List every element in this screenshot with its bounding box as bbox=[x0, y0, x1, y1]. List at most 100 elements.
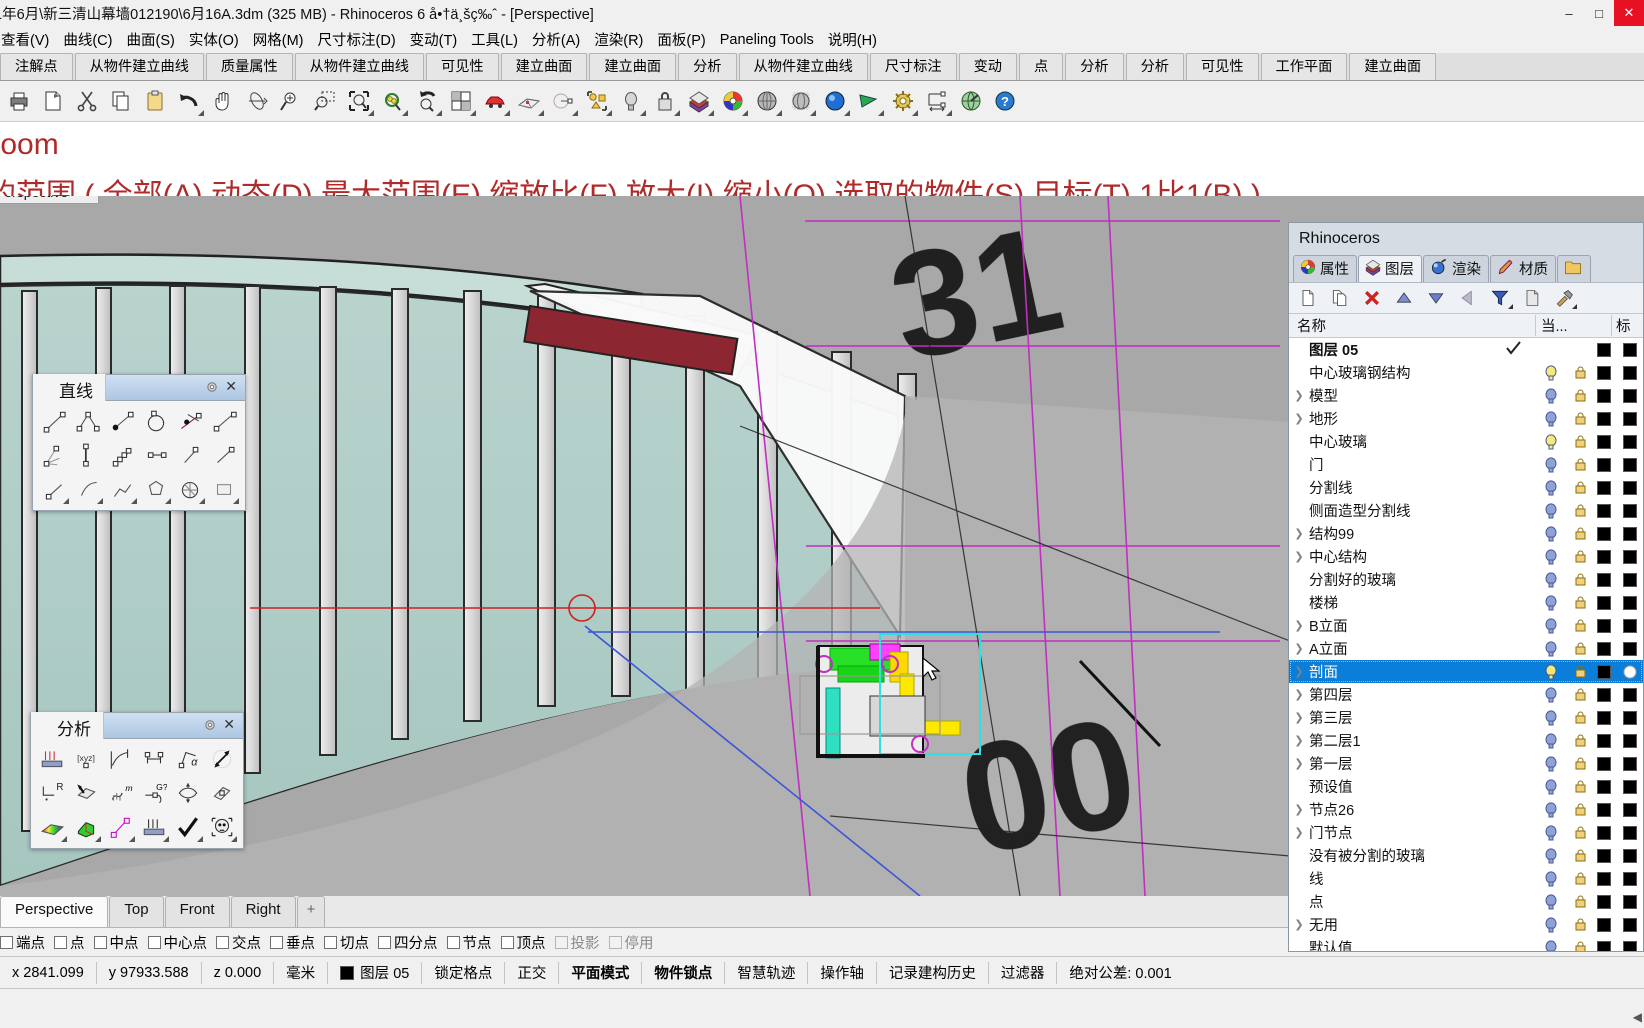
coordinate-x[interactable]: x 2841.099 bbox=[0, 960, 96, 986]
paste-clipboard-icon[interactable] bbox=[138, 84, 172, 118]
osnap-8[interactable]: 节点 bbox=[446, 932, 492, 953]
layer-material-cell[interactable] bbox=[1617, 917, 1643, 932]
toolbar-tab-6[interactable]: 建立曲面 bbox=[589, 53, 677, 80]
menu-item-9[interactable]: 渲染(R) bbox=[585, 26, 652, 53]
layer-visibility-bulb-icon[interactable] bbox=[1533, 502, 1569, 519]
layer-lock-icon[interactable] bbox=[1569, 481, 1591, 494]
distance-two-points-icon[interactable] bbox=[103, 810, 137, 844]
layer-lock-icon[interactable] bbox=[1569, 757, 1591, 770]
current-layer-check-icon[interactable] bbox=[1493, 340, 1533, 359]
layer-material-cell[interactable] bbox=[1617, 457, 1643, 472]
layer-row[interactable]: 点 bbox=[1289, 890, 1643, 913]
layer-lock-icon[interactable] bbox=[1569, 826, 1591, 839]
layer-lock-icon[interactable] bbox=[1569, 711, 1591, 724]
continuity-g-icon[interactable]: G? bbox=[137, 776, 171, 810]
layer-visibility-bulb-icon[interactable] bbox=[1533, 778, 1569, 795]
layer-row[interactable]: ❯ 第四层 bbox=[1289, 683, 1643, 706]
layer-row[interactable]: ❯ 第二层1 bbox=[1289, 729, 1643, 752]
analysis-tools-palette[interactable]: 分析 ✕ [xyz] α Rm G? bbox=[30, 712, 244, 849]
menu-item-2[interactable]: 曲面(S) bbox=[117, 26, 183, 53]
toolbar-tab-14[interactable]: 可见性 bbox=[1185, 53, 1259, 80]
properties-page-icon[interactable] bbox=[1517, 284, 1547, 312]
toolbar-tab-11[interactable]: 点 bbox=[1018, 53, 1064, 80]
toolbar-tab-4[interactable]: 可见性 bbox=[426, 53, 499, 80]
osnap-3[interactable]: 中心点 bbox=[147, 932, 207, 953]
layer-row[interactable]: 预设值 bbox=[1289, 775, 1643, 798]
checkbox-icon[interactable] bbox=[93, 935, 107, 949]
line-point-icon[interactable] bbox=[37, 472, 71, 506]
layer-row[interactable]: 线 bbox=[1289, 867, 1643, 890]
layer-color-swatch[interactable] bbox=[1591, 457, 1617, 472]
layer-visibility-bulb-icon[interactable] bbox=[1533, 548, 1569, 565]
layer-visibility-bulb-icon[interactable] bbox=[1533, 686, 1569, 703]
checkbox-icon[interactable] bbox=[446, 935, 460, 949]
osnap-0[interactable]: 端点 bbox=[0, 932, 45, 953]
status-toggle-1[interactable]: 正交 bbox=[505, 960, 558, 986]
check-objects-icon[interactable] bbox=[171, 810, 205, 844]
layer-visibility-bulb-icon[interactable] bbox=[1533, 456, 1569, 473]
expand-chevron-icon[interactable]: ❯ bbox=[1289, 527, 1309, 540]
analyze-direction-icon[interactable] bbox=[35, 742, 69, 776]
undo-icon[interactable] bbox=[172, 84, 206, 118]
layer-material-cell[interactable] bbox=[1617, 618, 1643, 633]
layer-visibility-bulb-icon[interactable] bbox=[1533, 640, 1569, 657]
layer-color-swatch[interactable] bbox=[1591, 802, 1617, 817]
toolbar-tab-7[interactable]: 分析 bbox=[678, 53, 737, 80]
menu-item-3[interactable]: 实体(O) bbox=[180, 26, 248, 53]
layer-color-swatch[interactable] bbox=[1591, 848, 1617, 863]
camera-cone-icon[interactable] bbox=[852, 84, 886, 118]
move-down-icon[interactable] bbox=[1421, 284, 1451, 312]
layer-material-cell[interactable] bbox=[1617, 549, 1643, 564]
expand-chevron-icon[interactable]: ❯ bbox=[1289, 665, 1309, 678]
status-toggle-2[interactable]: 平面模式 bbox=[559, 960, 641, 986]
layer-row[interactable]: ❯ 第三层 bbox=[1289, 706, 1643, 729]
layer-row[interactable]: ❯ 中心结构 bbox=[1289, 545, 1643, 568]
duplicate-layer-icon[interactable] bbox=[1325, 284, 1355, 312]
layer-row[interactable]: ❯ 地形 bbox=[1289, 407, 1643, 430]
ghosted-sphere-icon[interactable] bbox=[784, 84, 818, 118]
column-header-current[interactable]: 当... bbox=[1535, 315, 1575, 336]
print-icon[interactable] bbox=[2, 84, 36, 118]
layer-color-swatch[interactable] bbox=[1591, 779, 1617, 794]
layer-row[interactable]: ❯ 无用 bbox=[1289, 913, 1643, 936]
expand-chevron-icon[interactable]: ❯ bbox=[1289, 688, 1309, 701]
filter-icon[interactable] bbox=[1485, 284, 1515, 312]
layer-visibility-bulb-icon[interactable] bbox=[1533, 410, 1569, 427]
toolbar-tab-13[interactable]: 分析 bbox=[1125, 53, 1184, 80]
layer-lock-icon[interactable] bbox=[1569, 803, 1591, 816]
layer-color-swatch[interactable] bbox=[1591, 687, 1617, 702]
checkbox-icon[interactable] bbox=[216, 935, 229, 949]
zoom-selected-icon[interactable] bbox=[376, 84, 410, 118]
layer-color-swatch[interactable] bbox=[1591, 641, 1617, 656]
current-layer-color-swatch[interactable] bbox=[340, 965, 355, 980]
column-header-material[interactable]: 标 bbox=[1611, 315, 1643, 336]
layer-material-cell[interactable] bbox=[1617, 526, 1643, 541]
layer-material-cell[interactable] bbox=[1617, 687, 1643, 702]
menu-item-8[interactable]: 分析(A) bbox=[523, 26, 589, 53]
units-indicator[interactable]: 毫米 bbox=[274, 960, 327, 986]
layer-row[interactable]: 中心玻璃 bbox=[1289, 430, 1643, 453]
layer-visibility-bulb-icon[interactable] bbox=[1533, 617, 1569, 634]
toolbar-tab-8[interactable]: 从物件建立曲线 bbox=[738, 53, 868, 80]
osnap-7[interactable]: 四分点 bbox=[378, 932, 438, 953]
panel-tab-属性[interactable]: 属性 bbox=[1293, 255, 1357, 282]
help-question-icon[interactable]: ? bbox=[988, 84, 1022, 118]
layer-visibility-bulb-icon[interactable] bbox=[1533, 732, 1569, 749]
status-toggle-3[interactable]: 物件锁点 bbox=[642, 960, 724, 986]
palette-title-bar[interactable]: 分析 ✕ bbox=[31, 712, 243, 739]
layer-row[interactable]: ❯ 门节点 bbox=[1289, 821, 1643, 844]
layer-color-swatch[interactable] bbox=[1591, 618, 1617, 633]
layer-material-cell[interactable] bbox=[1617, 848, 1643, 863]
viewport-name-dropdown[interactable]: Perspective bbox=[0, 196, 100, 204]
cut-scissors-icon[interactable] bbox=[70, 84, 104, 118]
gear-options-icon[interactable] bbox=[886, 84, 920, 118]
layer-lock-icon[interactable] bbox=[1569, 366, 1591, 379]
absolute-tolerance[interactable]: 绝对公差: 0.001 bbox=[1057, 960, 1183, 986]
area-icon[interactable] bbox=[171, 776, 205, 810]
shaded-sphere-icon[interactable] bbox=[750, 84, 784, 118]
layer-row[interactable]: ❯ 剖面 bbox=[1289, 660, 1643, 683]
layer-row[interactable]: ❯ 节点26 bbox=[1289, 798, 1643, 821]
globe-earth-icon[interactable] bbox=[954, 84, 988, 118]
curvature-graph-icon[interactable]: m bbox=[103, 776, 137, 810]
layer-row[interactable]: 分割好的玻璃 bbox=[1289, 568, 1643, 591]
